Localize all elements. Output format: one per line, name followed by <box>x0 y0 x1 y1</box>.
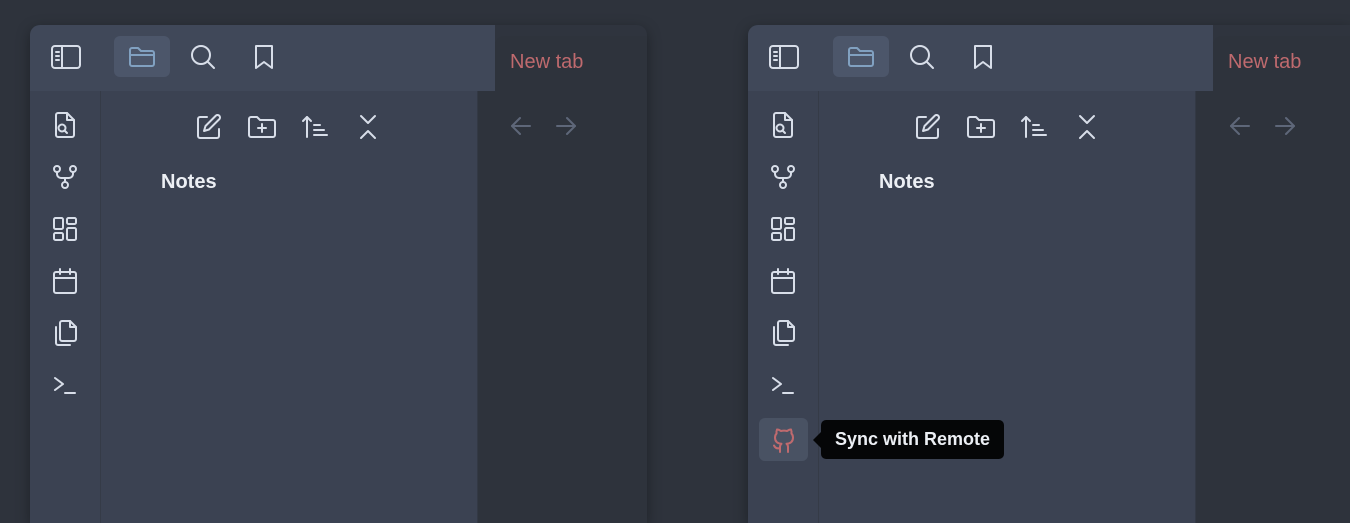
content-pane <box>478 91 647 523</box>
copy-icon <box>773 320 795 346</box>
collapse-all-icon <box>360 115 376 139</box>
graph-icon <box>771 165 795 189</box>
graph-view-button[interactable] <box>30 157 100 197</box>
sort-button[interactable] <box>1014 111 1054 143</box>
forward-button[interactable] <box>551 111 581 141</box>
sort-icon <box>1021 116 1047 138</box>
vault-folder-title[interactable]: Notes <box>879 171 935 194</box>
forward-button[interactable] <box>1270 111 1300 141</box>
new-note-icon <box>916 114 940 139</box>
sort-button[interactable] <box>295 111 335 143</box>
graph-icon <box>53 165 77 189</box>
github-icon <box>772 427 794 453</box>
new-folder-button[interactable] <box>961 111 1001 143</box>
bookmarks-view-button[interactable] <box>955 36 1011 77</box>
daily-note-button[interactable] <box>30 261 100 301</box>
search-icon <box>910 44 934 69</box>
ribbon <box>748 91 819 523</box>
arrow-right-icon <box>556 117 576 135</box>
window-header <box>30 25 495 91</box>
bookmark-icon <box>974 44 992 69</box>
search-view-button[interactable] <box>175 36 231 77</box>
terminal-button[interactable] <box>748 365 818 405</box>
dashboard-icon <box>771 217 795 241</box>
ribbon <box>30 91 101 523</box>
tab-title: New tab <box>1228 51 1302 73</box>
app-window-left: New tab Notes <box>30 25 647 523</box>
sync-with-remote-button[interactable] <box>759 418 808 461</box>
window-header <box>748 25 1213 91</box>
back-button[interactable] <box>1225 111 1255 141</box>
folder-icon <box>848 46 874 67</box>
arrow-right-icon <box>1275 117 1295 135</box>
copy-icon <box>55 320 77 346</box>
file-search-icon <box>773 112 793 138</box>
tab-new-tab[interactable]: New tab <box>495 36 647 91</box>
bookmark-icon <box>255 44 273 69</box>
new-note-button[interactable] <box>908 111 948 143</box>
sort-icon <box>302 116 328 138</box>
arrow-left-icon <box>511 117 531 135</box>
terminal-button[interactable] <box>30 365 100 405</box>
content-pane <box>1196 91 1350 523</box>
search-view-button[interactable] <box>894 36 950 77</box>
tab-title: New tab <box>510 51 584 73</box>
calendar-icon <box>771 268 795 294</box>
file-explorer: Notes <box>101 91 478 523</box>
collapse-all-icon <box>1079 115 1095 139</box>
back-button[interactable] <box>506 111 536 141</box>
templates-button[interactable] <box>748 313 818 353</box>
tab-new-tab[interactable]: New tab <box>1213 36 1350 91</box>
canvas-button[interactable] <box>30 209 100 249</box>
files-view-button[interactable] <box>833 36 889 77</box>
collapse-all-button[interactable] <box>348 111 388 143</box>
new-note-icon <box>197 114 221 139</box>
graph-view-button[interactable] <box>748 157 818 197</box>
sidebar-toggle-icon <box>51 44 81 69</box>
new-folder-icon <box>967 116 995 138</box>
canvas-button[interactable] <box>748 209 818 249</box>
calendar-icon <box>53 268 77 294</box>
new-note-button[interactable] <box>189 111 229 143</box>
daily-note-button[interactable] <box>748 261 818 301</box>
sidebar-toggle-icon <box>769 44 799 69</box>
sidebar-toggle-button[interactable] <box>38 36 94 77</box>
quick-switcher-button[interactable] <box>30 105 100 145</box>
terminal-icon <box>54 377 76 394</box>
new-folder-icon <box>248 116 276 138</box>
sidebar-toggle-button[interactable] <box>756 36 812 77</box>
dashboard-icon <box>53 217 77 241</box>
files-view-button[interactable] <box>114 36 170 77</box>
quick-switcher-button[interactable] <box>748 105 818 145</box>
templates-button[interactable] <box>30 313 100 353</box>
sync-tooltip: Sync with Remote <box>812 420 1005 459</box>
terminal-icon <box>772 377 794 394</box>
collapse-all-button[interactable] <box>1067 111 1107 143</box>
vault-folder-title[interactable]: Notes <box>161 171 217 194</box>
search-icon <box>191 44 215 69</box>
bookmarks-view-button[interactable] <box>236 36 292 77</box>
file-search-icon <box>55 112 75 138</box>
arrow-left-icon <box>1230 117 1250 135</box>
new-folder-button[interactable] <box>242 111 282 143</box>
folder-icon <box>129 46 155 67</box>
